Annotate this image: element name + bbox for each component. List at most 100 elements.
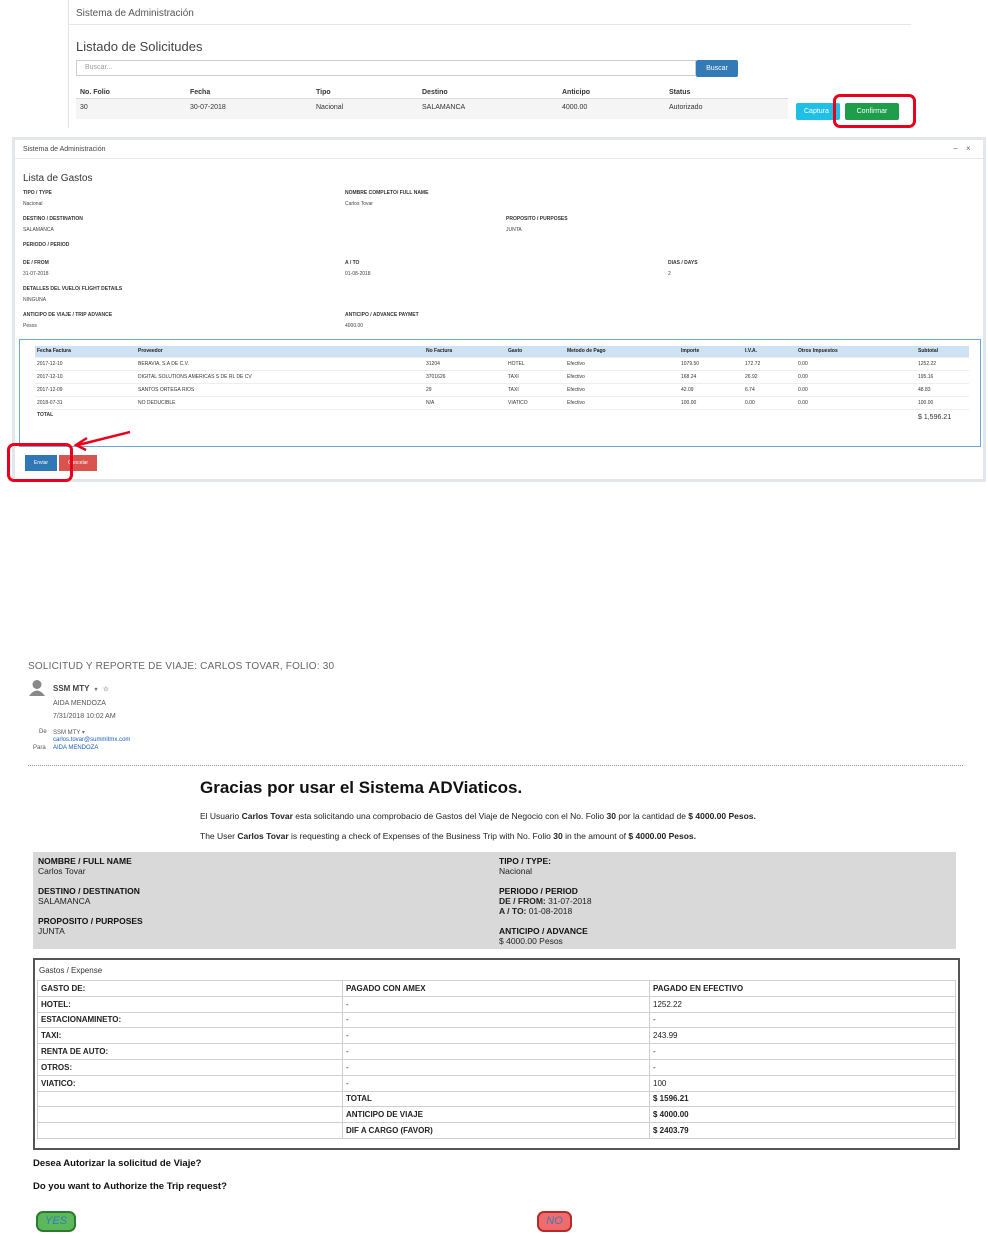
table-cell: Efectivo [565,369,679,383]
yes-button[interactable]: YES [36,1211,76,1232]
email-date: 7/31/2018 10:02 AM [53,713,116,720]
table-cell: Nacional [316,104,344,111]
total-row: TOTAL $ 1,596.21 [35,408,969,431]
table-cell: 100 [649,1074,956,1092]
gastos-table-container: Fecha Factura Proveedor No Factura Gasto… [19,339,981,447]
minimize-icon[interactable]: − [953,144,958,153]
search-button[interactable]: Buscar [696,60,738,77]
divider [15,158,983,159]
field-label: TIPO / TYPE [23,190,52,196]
advance-row: ANTICIPO DE VIAJE $ 4000.00 [37,1106,956,1124]
close-icon[interactable]: × [966,144,971,153]
difference-row: DIF A CARGO (FAVOR) $ 2403.79 [37,1122,956,1139]
table-cell: - [342,995,650,1013]
table-cell [37,1090,343,1108]
column-header: Proveedor [136,346,424,357]
table-cell: 2018-07-31 [35,395,136,409]
sender-name: SSM MTY [53,684,90,693]
expense-box: Gastos / Expense GASTO DE: PAGADO CON AM… [33,958,960,1150]
field-value: Pesos [23,323,37,329]
from-name: SSM MTY [53,730,81,736]
field-value: 01-08-2018 [345,271,371,277]
field-label: DETALLES DEL VUELO/ FLIGHT DETAILS [23,286,123,292]
email-sender[interactable]: SSM MTY ▾ ☆ [53,684,109,693]
column-header: No. Folio [80,89,110,96]
table-cell: 168.24 [679,369,743,383]
question-es: Desea Autorizar la solicitud de Viaje? [33,1158,202,1169]
info-label: ANTICIPO / ADVANCE [499,926,588,936]
table-cell: TAXI: [37,1027,343,1045]
message-line-es: El Usuario Carlos Tovar esta solicitando… [200,811,756,821]
table-cell: 243.99 [649,1027,956,1045]
table-row: HOTEL: - 1252.22 [37,995,956,1013]
table-cell: 29 [424,382,506,396]
info-label: NOMBRE / FULL NAME [38,856,132,866]
table-cell: 6.74 [743,382,796,396]
expense-table: GASTO DE: PAGADO CON AMEX PAGADO EN EFEC… [37,980,956,1139]
table-cell: SALAMANCA [422,104,466,111]
table-cell: Efectivo [565,395,679,409]
table-cell: 2017-12-09 [35,382,136,396]
table-header-row: Fecha Factura Proveedor No Factura Gasto… [35,346,969,357]
field-label: PROPOSITO / PURPOSES [506,216,568,222]
info-value: SALAMANCA [38,896,91,906]
total-value: $ 1,596.21 [916,408,969,431]
field-value: JUNTA [506,227,522,233]
column-header: Tipo [316,89,331,96]
info-value: Carlos Tovar [38,866,86,876]
table-row: RENTA DE AUTO: - - [37,1043,956,1060]
panel-title: Sistema de Administración [23,146,106,153]
column-header: Anticipo [562,89,590,96]
chevron-down-icon[interactable]: ▾ [82,730,85,736]
trip-info-box: NOMBRE / FULL NAME Carlos Tovar TIPO / T… [33,852,956,949]
table-cell: PAGADO EN EFECTIVO [649,980,956,997]
table-cell: 30-07-2018 [190,104,226,111]
table-cell: - [342,1011,650,1029]
column-header: Fecha [190,89,211,96]
table-row: 2017-12-10 DIGITAL SOLUTIONS AMERICAS S … [35,369,969,383]
table-cell: SANTOS ORTEGA RIOS [136,382,424,396]
table-cell: HOTEL [506,356,565,370]
info-label: PROPOSITO / PURPOSES [38,916,143,926]
search-input[interactable]: Buscar... [76,60,696,76]
table-cell: - [342,1074,650,1092]
table-cell: ESTACIONAMINETO: [37,1011,343,1029]
table-cell: NO DEDUCIBLE [136,395,424,409]
highlight-box [7,443,73,482]
table-cell: 195.16 [916,369,969,383]
to-link[interactable]: AIDA MENDOZA [53,745,98,751]
table-cell: RENTA DE AUTO: [37,1043,343,1060]
divider [69,24,911,25]
field-value: NINGUNA [23,297,47,303]
column-header: I.V.A. [743,346,796,357]
info-value: $ 4000.00 Pesos [499,936,563,946]
expense-caption: Gastos / Expense [39,966,103,975]
no-button[interactable]: NO [537,1211,572,1232]
table-cell: 0.00 [796,356,916,370]
column-header: Gasto [506,346,565,357]
column-header: Importe [679,346,743,357]
table-cell: 0.00 [796,395,916,409]
star-icon[interactable]: ☆ [103,686,109,693]
from-email-link[interactable]: carlos.tovar@summitmx.com [53,737,130,743]
column-header: Subtotal [916,346,969,357]
info-label: DESTINO / DESTINATION [38,886,140,896]
table-cell: 1079.50 [679,356,743,370]
table-cell: 172.72 [743,356,796,370]
highlight-box [833,94,916,128]
table-cell: $ 2403.79 [649,1122,956,1139]
info-value: Nacional [499,866,533,876]
info-value: A / TO: 01-08-2018 [499,906,573,916]
table-row: TAXI: - 243.99 [37,1027,956,1045]
table-cell: 0.00 [796,369,916,383]
avatar-icon [29,680,45,696]
info-label: TIPO / TYPE: [499,856,551,866]
table-cell [37,1122,343,1139]
chevron-down-icon[interactable]: ▾ [95,687,98,693]
table-cell: 1252.22 [916,356,969,370]
field-label: DIAS / DAYS [668,260,698,266]
table-cell: $ 4000.00 [649,1106,956,1124]
table-cell: - [649,1058,956,1076]
info-label: PERIODO / PERIOD [499,886,578,896]
table-cell [37,1106,343,1124]
